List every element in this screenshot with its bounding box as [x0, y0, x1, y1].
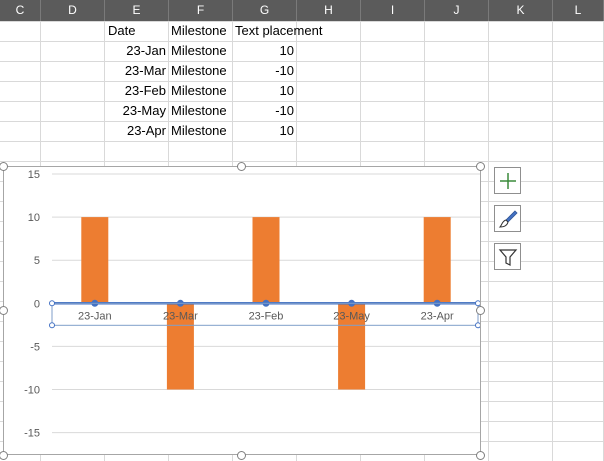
resize-handle-top-right[interactable]: [476, 162, 485, 171]
y-tick-label: 10: [28, 212, 40, 224]
chart-filters-button[interactable]: [494, 243, 521, 270]
column-header-k[interactable]: K: [489, 0, 553, 21]
column-header-j[interactable]: J: [425, 0, 489, 21]
header-text-placement[interactable]: Text placement: [235, 21, 355, 41]
column-header-c[interactable]: C: [0, 0, 41, 21]
grid-column-line: [488, 21, 489, 461]
cell-placement[interactable]: 10: [233, 121, 294, 141]
resize-handle-bottom-right[interactable]: [476, 451, 485, 460]
plus-icon: [500, 173, 516, 189]
column-header-h[interactable]: H: [297, 0, 361, 21]
cell-milestone[interactable]: Milestone: [171, 61, 233, 81]
y-tick-label: -15: [24, 428, 40, 440]
cell-milestone[interactable]: Milestone: [171, 101, 233, 121]
cell-milestone[interactable]: Milestone: [171, 121, 233, 141]
column-header-d[interactable]: D: [41, 0, 105, 21]
y-tick-label: -5: [30, 341, 40, 353]
x-tick-label: 23-Feb: [249, 310, 284, 322]
cell-date[interactable]: 23-Feb: [105, 81, 166, 101]
chart-styles-button[interactable]: [494, 205, 521, 232]
brush-icon: [498, 210, 518, 228]
cell-date[interactable]: 23-Mar: [105, 61, 166, 81]
cell-placement[interactable]: 10: [233, 81, 294, 101]
y-tick-label: 0: [34, 298, 40, 310]
column-header-l[interactable]: L: [553, 0, 604, 21]
column-header-e[interactable]: E: [105, 0, 169, 21]
header-milestone[interactable]: Milestone: [171, 21, 233, 41]
column-header-i[interactable]: I: [361, 0, 425, 21]
cell-placement[interactable]: 10: [233, 41, 294, 61]
y-tick-label: -10: [24, 385, 40, 397]
chart-elements-button[interactable]: [494, 167, 521, 194]
x-tick-label: 23-May: [333, 310, 370, 322]
cell-date[interactable]: 23-May: [105, 101, 166, 121]
resize-handle-mid-right[interactable]: [476, 306, 485, 315]
cell-date[interactable]: 23-Jan: [105, 41, 166, 61]
resize-handle-top-mid[interactable]: [237, 162, 246, 171]
y-tick-label: 5: [34, 255, 40, 267]
column-chart[interactable]: 15 10 5 0 -5 -10 -15 23-Jan 23-Mar 23-Feb 23-May 23…: [4, 167, 480, 454]
axis-selection-handle: [49, 300, 55, 307]
bar[interactable]: [81, 217, 109, 304]
cell-milestone[interactable]: Milestone: [171, 81, 233, 101]
bar[interactable]: [423, 217, 451, 304]
y-tick-label: 15: [28, 169, 40, 181]
bar[interactable]: [252, 217, 280, 304]
header-date[interactable]: Date: [108, 21, 168, 41]
chart-area[interactable]: 15 10 5 0 -5 -10 -15 23-Jan 23-Mar 23-Feb 23-May 23…: [3, 166, 481, 455]
grid-column-line: [552, 21, 553, 461]
x-tick-label: 23-Apr: [421, 310, 454, 322]
cell-placement[interactable]: -10: [233, 101, 294, 121]
resize-handle-bottom-mid[interactable]: [237, 451, 246, 460]
column-header-f[interactable]: F: [169, 0, 233, 21]
x-tick-label: 23-Mar: [163, 310, 198, 322]
cell-date[interactable]: 23-Apr: [105, 121, 166, 141]
column-header-bar: CDEFGHIJKL: [0, 0, 604, 21]
axis-selection-handle: [49, 322, 55, 329]
funnel-icon: [498, 249, 518, 266]
x-tick-label: 23-Jan: [78, 310, 112, 322]
axis-selection-handle: [475, 322, 480, 329]
cell-placement[interactable]: -10: [233, 61, 294, 81]
cell-milestone[interactable]: Milestone: [171, 41, 233, 61]
column-header-g[interactable]: G: [233, 0, 297, 21]
